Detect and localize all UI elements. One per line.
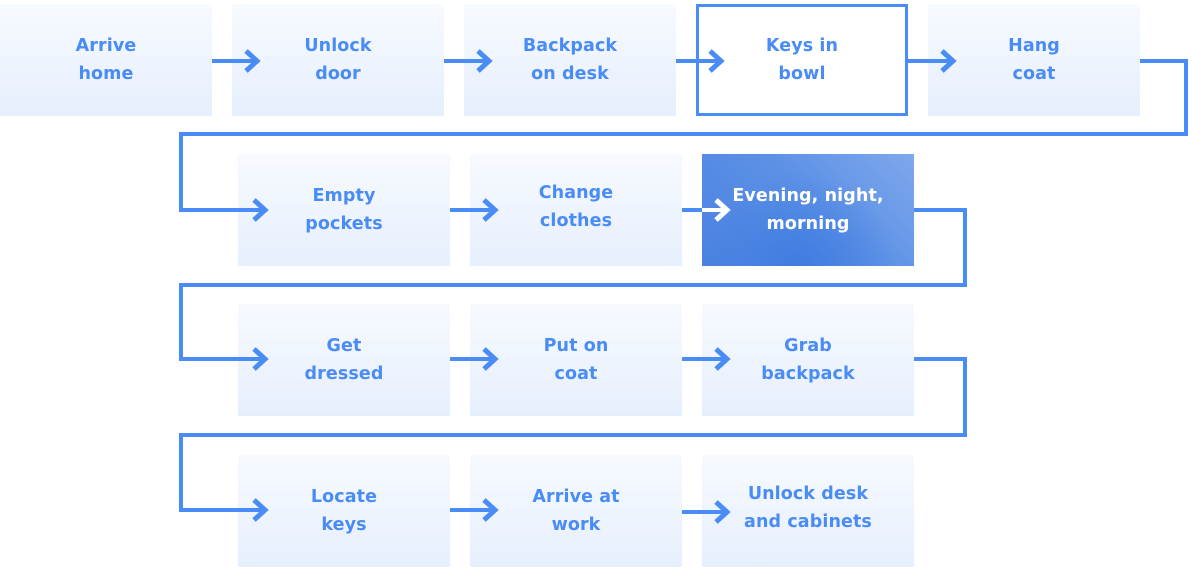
step-arrive-at-work: Arrive at work [470,455,682,567]
step-keys-in-bowl: Keys in bowl [696,4,908,116]
step-label: Get dressed [304,336,384,384]
step-evening-night-morning: Evening, night, morning [702,154,914,266]
step-unlock-door: Unlock door [232,4,444,116]
step-change-clothes: Change clothes [470,154,682,266]
step-label: Arrive home [75,36,137,84]
step-label: Evening, night, morning [732,186,884,234]
step-label: Unlock desk and cabinets [744,484,872,532]
step-label: Change clothes [538,183,614,231]
step-label: Hang coat [1008,36,1060,84]
step-grab-backpack: Grab backpack [702,304,914,416]
step-label: Empty pockets [305,186,383,234]
step-locate-keys: Locate keys [238,455,450,567]
process-flow-diagram: Arrive home Unlock door Backpack on desk… [0,0,1192,568]
step-label: Keys in bowl [765,36,839,84]
step-put-on-coat: Put on coat [470,304,682,416]
step-label: Backpack on desk [522,36,618,84]
step-label: Unlock door [304,36,372,84]
step-arrive-home: Arrive home [0,4,212,116]
step-unlock-desk-and-cabinets: Unlock desk and cabinets [702,455,914,567]
step-empty-pockets: Empty pockets [238,154,450,266]
step-label: Grab backpack [761,336,855,384]
step-label: Arrive at work [532,487,620,535]
step-backpack-on-desk: Backpack on desk [464,4,676,116]
step-hang-coat: Hang coat [928,4,1140,116]
step-label: Put on coat [543,336,609,384]
step-get-dressed: Get dressed [238,304,450,416]
step-label: Locate keys [310,487,378,535]
